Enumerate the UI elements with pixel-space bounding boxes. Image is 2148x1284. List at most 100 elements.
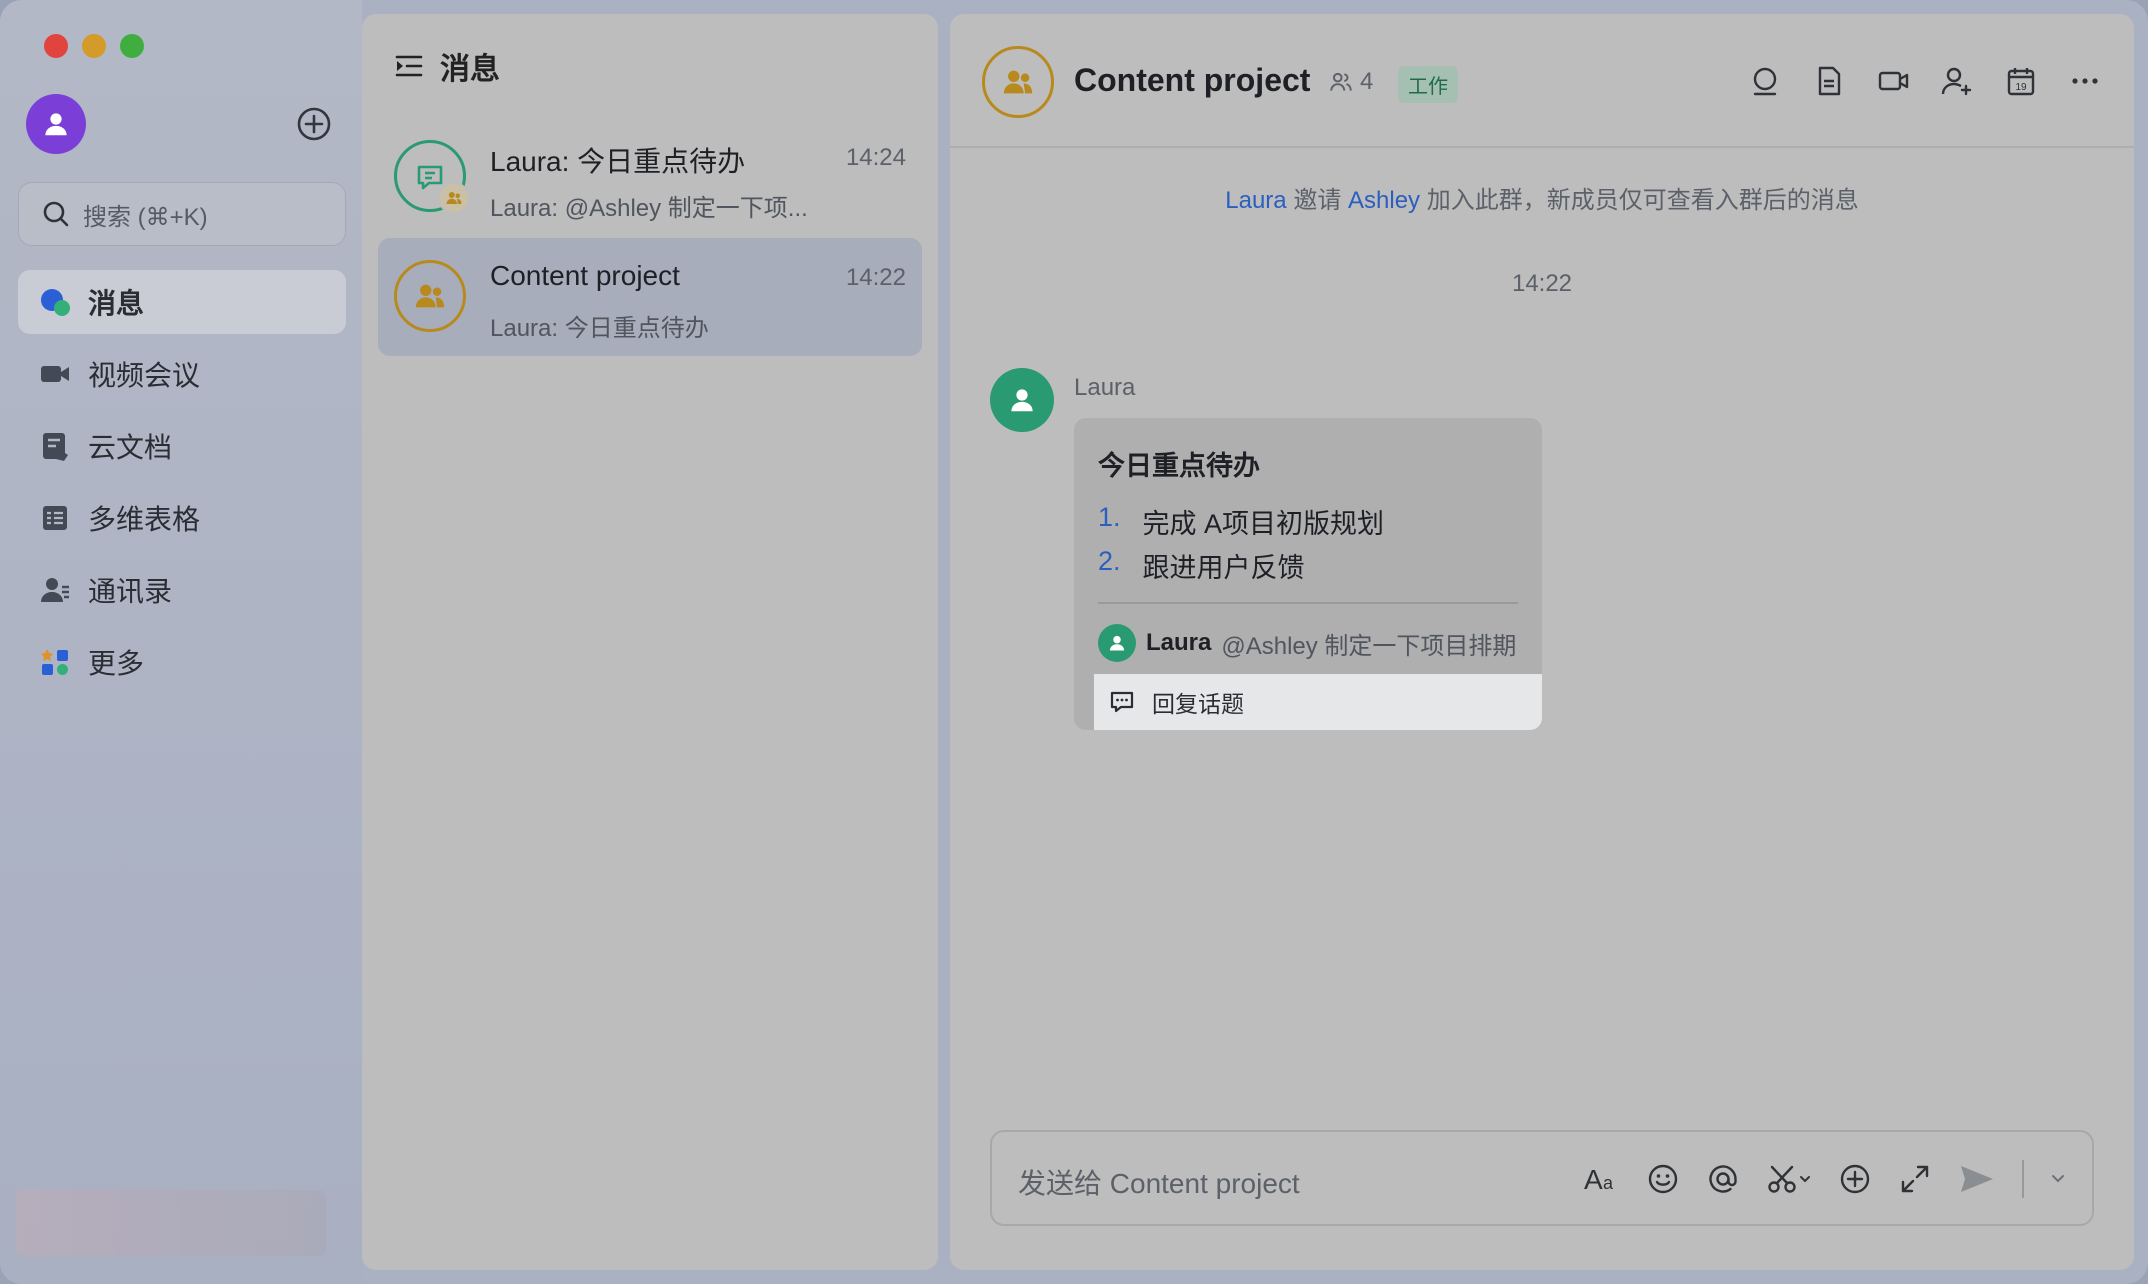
maximize-window-button[interactable]: [120, 34, 144, 58]
list-number: 1.: [1098, 502, 1121, 532]
video-meeting-icon: [38, 357, 72, 391]
screenshot-button[interactable]: [1766, 1160, 1812, 1198]
group-tag: 工作: [1398, 66, 1458, 103]
base-table-icon: [38, 501, 72, 535]
sidebar-item-cloud-docs[interactable]: 云文档: [18, 414, 346, 478]
conversation-preview: Laura: @Ashley 制定一下项...: [490, 195, 808, 222]
composer-toolbar: Aa: [1582, 1160, 2066, 1198]
sidebar-item-video-meeting[interactable]: 视频会议: [18, 342, 346, 406]
at-sign-icon: [1709, 1165, 1737, 1193]
composer-placeholder: 发送给 Content project: [1018, 1168, 1300, 1199]
messages-icon: [38, 285, 72, 319]
conversation-avatar: [394, 260, 466, 332]
invitee-name[interactable]: Ashley: [1348, 187, 1420, 214]
video-call-button[interactable]: [1876, 64, 1910, 98]
conversation-list-pane: 消息 Laura: 今日重点待办 14:24 Laura: @Ashley 制定…: [362, 14, 938, 1270]
sidebar-item-label: 视频会议: [88, 360, 201, 391]
send-button[interactable]: [1958, 1160, 1996, 1198]
system-rest: 加入此群，新成员仅可查看入群后的消息: [1426, 187, 1859, 214]
sidebar-item-messages[interactable]: 消息: [18, 270, 346, 334]
conversation-title: Content project: [490, 260, 680, 291]
conversation-preview: Laura: 今日重点待办: [490, 315, 709, 342]
calendar-button[interactable]: 19: [2004, 64, 2038, 98]
left-rail: 搜索 (⌘+K) 消息 视频会议 云文档 多维表格 通讯录 更多: [0, 0, 362, 1284]
chat-pane: Content project 4 工作 19 Laura 邀请 Ashley …: [950, 14, 2134, 1270]
conversation-item[interactable]: Content project 14:22 Laura: 今日重点待办: [378, 238, 922, 356]
list-number: 2.: [1098, 546, 1121, 576]
more-apps-icon: [38, 645, 72, 679]
more-options-button[interactable]: [2068, 64, 2102, 98]
list-title: 消息: [440, 53, 500, 86]
divider: [1098, 602, 1518, 604]
attach-button[interactable]: [1838, 1160, 1872, 1198]
plus-circle-icon: [1840, 1164, 1870, 1194]
reply-topic-icon: [1110, 691, 1134, 713]
group-icon: [415, 284, 445, 308]
group-icon: [1003, 70, 1033, 94]
header-toolbar: 19: [1748, 64, 2102, 98]
add-member-button[interactable]: [1940, 64, 1974, 98]
sidebar-item-label: 更多: [88, 648, 145, 679]
close-window-button[interactable]: [44, 34, 68, 58]
system-action: 邀请: [1293, 187, 1342, 214]
send-options-button[interactable]: [2050, 1160, 2066, 1198]
conversation-title: Laura: 今日重点待办: [490, 146, 746, 177]
cloud-docs-icon: [38, 429, 72, 463]
add-person-icon: [1941, 67, 1972, 96]
expand-composer-button[interactable]: [1898, 1160, 1932, 1198]
chat-title: Content project: [1074, 62, 1311, 98]
mention-button[interactable]: [1706, 1160, 1740, 1198]
quote-name: Laura: [1146, 629, 1212, 656]
sidebar-item-label: 消息: [88, 288, 145, 319]
docs-button[interactable]: [1812, 64, 1846, 98]
list-header: 消息: [394, 44, 500, 88]
person-icon: [45, 113, 67, 136]
search-box[interactable]: 搜索 (⌘+K): [18, 182, 346, 246]
inviter-name[interactable]: Laura: [1225, 187, 1286, 214]
sidebar-item-label: 云文档: [88, 432, 173, 463]
member-count[interactable]: 4: [1328, 68, 1373, 96]
sidebar-item-label: 多维表格: [88, 504, 201, 535]
user-avatar[interactable]: [26, 94, 86, 154]
search-placeholder: 搜索 (⌘+K): [83, 203, 208, 231]
list-text: 完成 A项目初版规划: [1142, 509, 1385, 539]
message-composer[interactable]: 发送给 Content project Aa: [990, 1130, 2094, 1226]
person-icon: [1011, 389, 1033, 412]
quote-avatar: [1098, 624, 1136, 662]
svg-text:a: a: [1603, 1173, 1614, 1193]
conversation-time: 14:22: [845, 264, 906, 291]
video-camera-icon: [1878, 71, 1909, 91]
minimize-window-button[interactable]: [82, 34, 106, 58]
group-avatar[interactable]: [982, 46, 1054, 118]
emoji-icon: [1648, 1164, 1678, 1194]
list-text: 跟进用户反馈: [1142, 553, 1305, 583]
reply-topic-label: 回复话题: [1152, 691, 1244, 717]
search-chat-button[interactable]: [1748, 64, 1782, 98]
svg-text:19: 19: [2015, 82, 2027, 93]
ellipsis-icon: [2072, 78, 2098, 84]
reply-topic-button[interactable]: 回复话题: [1094, 674, 1542, 730]
conversation-time: 14:24: [845, 144, 906, 171]
send-icon: [1961, 1166, 1993, 1192]
format-text-button[interactable]: Aa: [1582, 1160, 1620, 1198]
chat-header: Content project 4 工作 19: [950, 14, 2134, 148]
topic-reply-preview[interactable]: Laura @Ashley 制定一下项目排期: [1098, 624, 1516, 662]
list-item: 2. 跟进用户反馈: [1098, 546, 1305, 585]
person-icon: [1109, 635, 1125, 651]
collapse-sidebar-icon[interactable]: [394, 51, 424, 81]
sidebar-item-contacts[interactable]: 通讯录: [18, 558, 346, 622]
sender-name: Laura: [1074, 374, 1136, 401]
plus-circle-icon: [297, 107, 331, 141]
scissors-icon: [1768, 1165, 1810, 1193]
search-icon: [43, 201, 69, 227]
sender-avatar[interactable]: [990, 368, 1054, 432]
conversation-item[interactable]: Laura: 今日重点待办 14:24 Laura: @Ashley 制定一下项…: [378, 118, 922, 236]
member-count-value: 4: [1360, 68, 1374, 95]
sidebar-item-base[interactable]: 多维表格: [18, 486, 346, 550]
list-item: 1. 完成 A项目初版规划: [1098, 502, 1384, 541]
sidebar-item-more[interactable]: 更多: [18, 630, 346, 694]
message-card[interactable]: 今日重点待办 1. 完成 A项目初版规划 2. 跟进用户反馈 Laura @As…: [1074, 418, 1542, 730]
divider: [2022, 1160, 2024, 1198]
emoji-button[interactable]: [1646, 1160, 1680, 1198]
create-button[interactable]: [296, 106, 332, 142]
